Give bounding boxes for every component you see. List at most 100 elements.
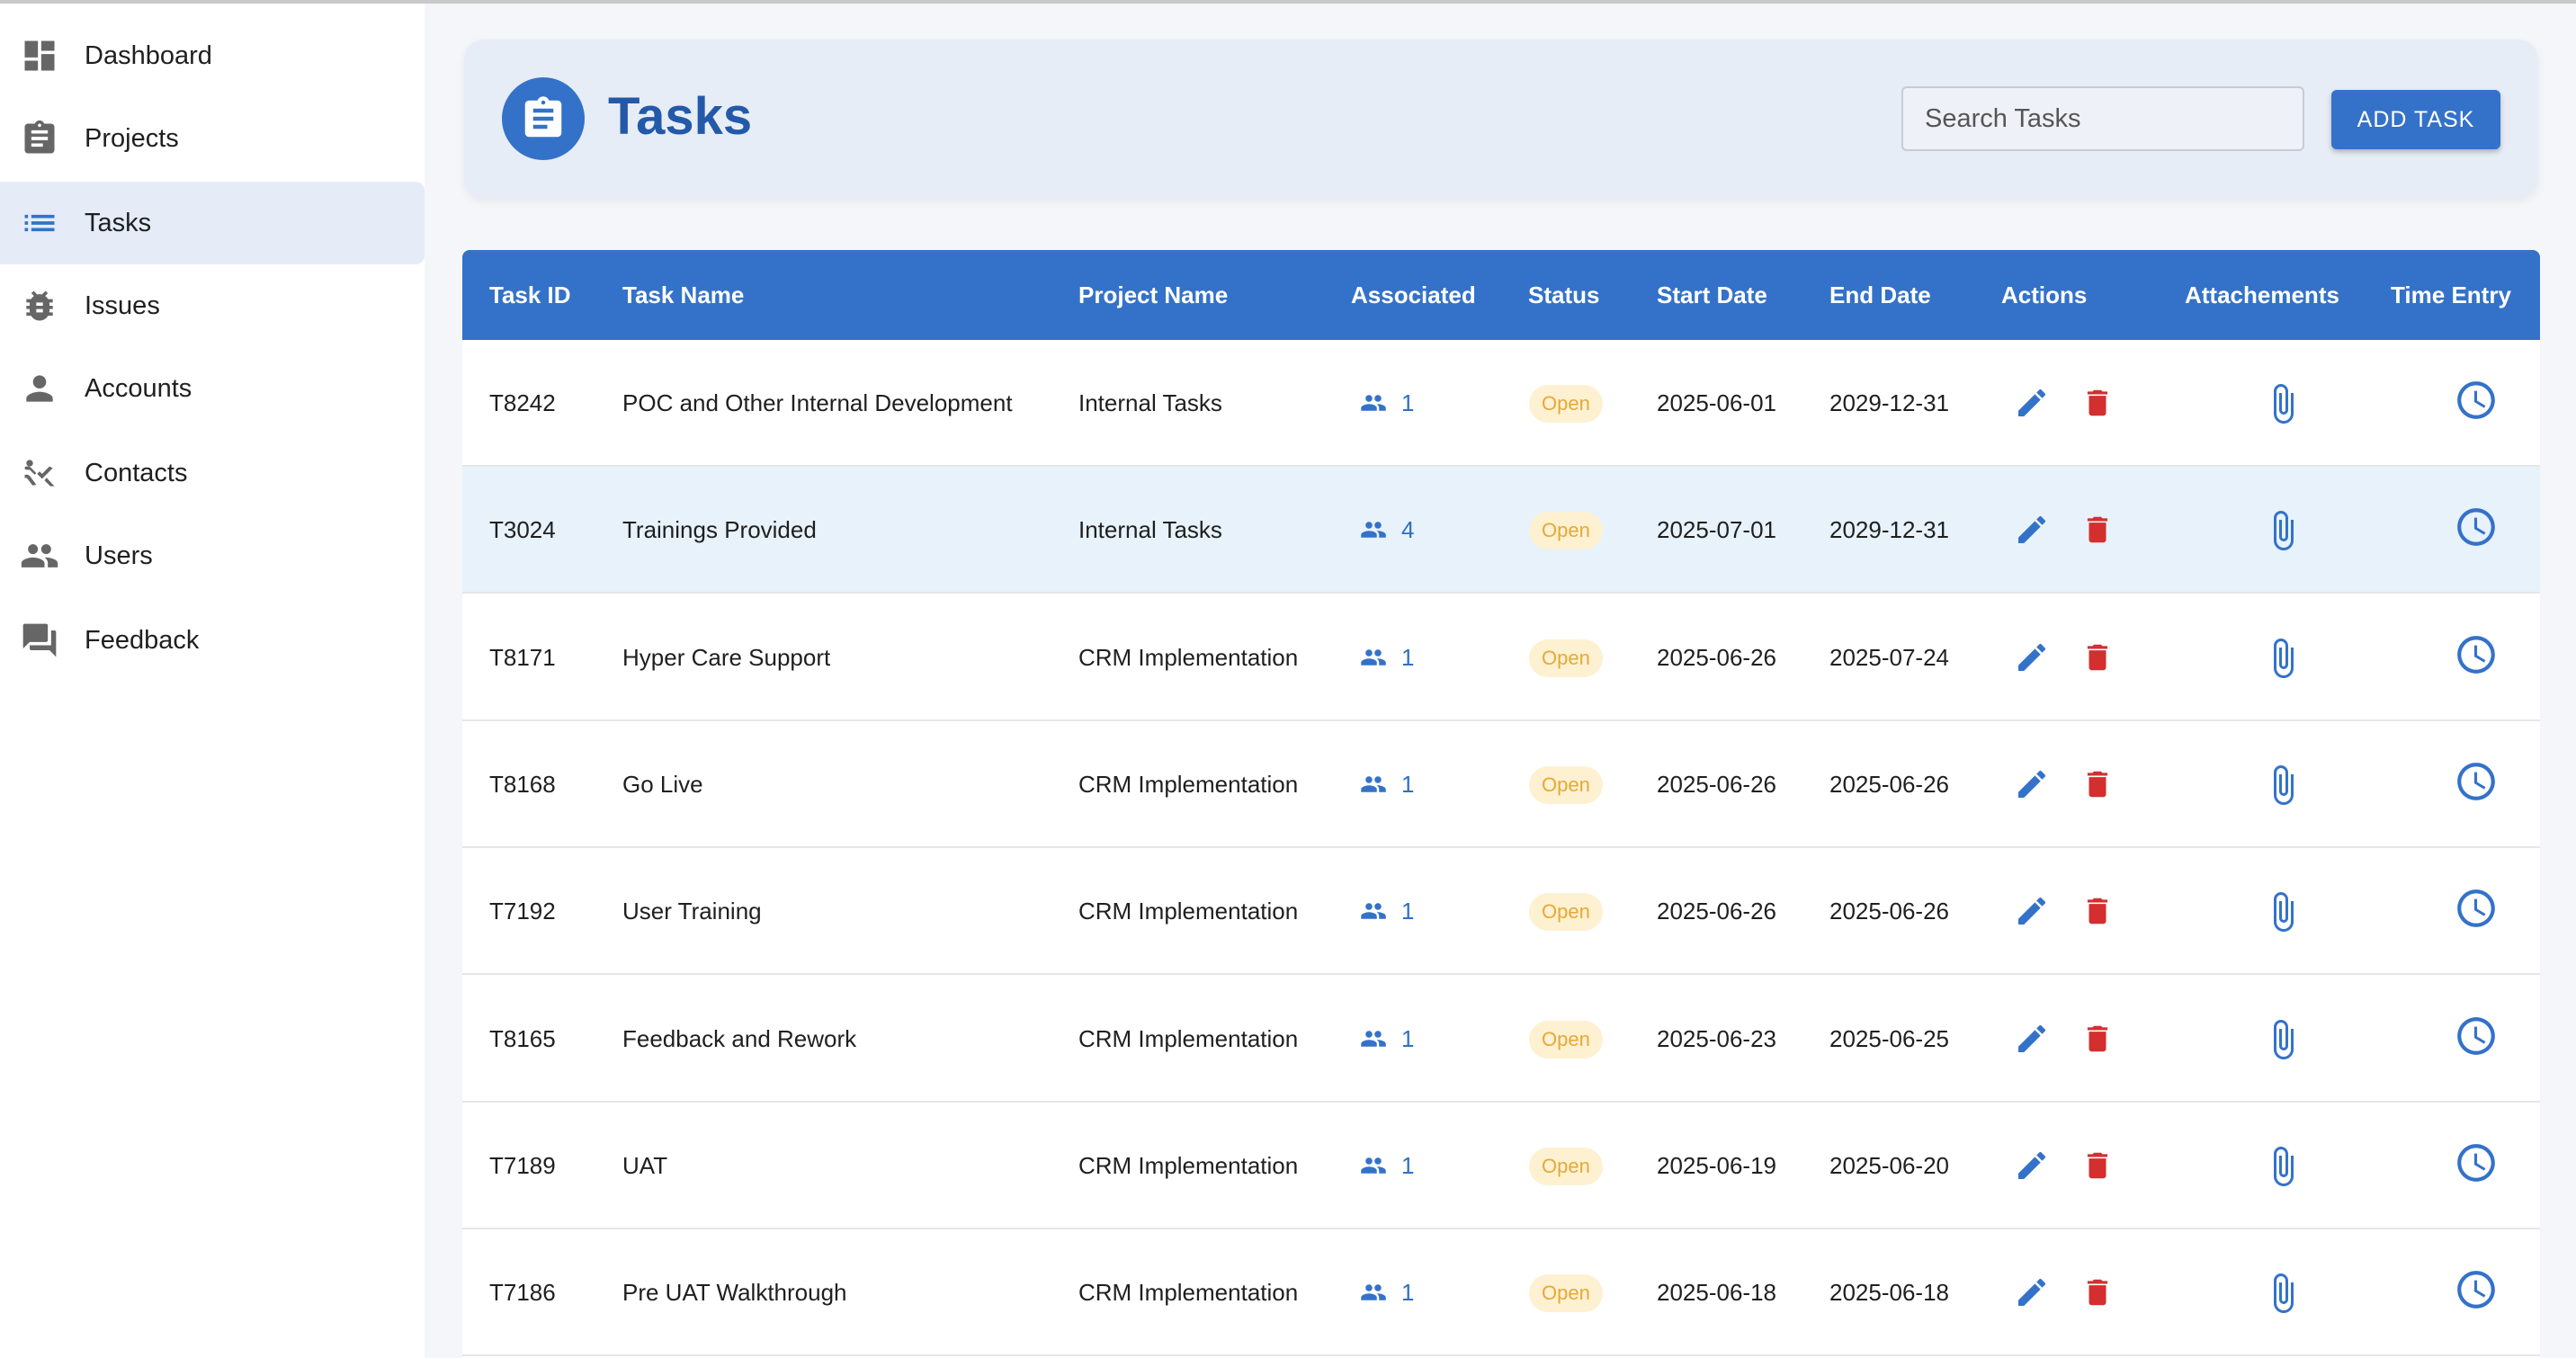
edit-icon[interactable] xyxy=(2014,893,2050,929)
attachment-icon[interactable] xyxy=(2261,761,2304,809)
edit-icon[interactable] xyxy=(2014,1021,2050,1057)
people-icon[interactable] xyxy=(1356,771,1391,798)
people-icon[interactable] xyxy=(1356,389,1391,416)
associated-count[interactable]: 1 xyxy=(1401,976,1414,1103)
column-header-start-date[interactable]: Start Date xyxy=(1657,250,1767,340)
delete-icon[interactable] xyxy=(2080,767,2115,801)
edit-icon[interactable] xyxy=(2014,1274,2050,1310)
add-task-button[interactable]: ADD TASK xyxy=(2331,90,2500,149)
table-header: Task ID Task Name Project Name Associate… xyxy=(462,250,2540,340)
attachment-icon[interactable] xyxy=(2261,888,2304,936)
clock-icon[interactable] xyxy=(2454,759,2499,804)
column-header-end-date[interactable]: End Date xyxy=(1829,250,1931,340)
associated-count[interactable]: 1 xyxy=(1401,1103,1414,1229)
project-name-cell: CRM Implementation xyxy=(1078,1151,1299,1179)
end-date-cell: 2025-06-18 xyxy=(1829,1279,1949,1307)
people-icon[interactable] xyxy=(1356,644,1391,671)
project-name-cell: CRM Implementation xyxy=(1078,643,1299,671)
status-badge: Open xyxy=(1529,512,1603,550)
column-header-associated[interactable]: Associated xyxy=(1351,250,1476,340)
sidebar-item-accounts[interactable]: Accounts xyxy=(0,347,425,430)
sidebar-item-issues[interactable]: Issues xyxy=(0,264,425,347)
task-name-cell: Hyper Care Support xyxy=(622,643,831,671)
edit-icon[interactable] xyxy=(2014,639,2050,675)
edit-icon[interactable] xyxy=(2014,766,2050,802)
associated-count[interactable]: 1 xyxy=(1401,594,1414,721)
start-date-cell: 2025-06-19 xyxy=(1657,1151,1776,1179)
associated-count[interactable]: 4 xyxy=(1401,467,1414,594)
clock-icon[interactable] xyxy=(2454,1014,2499,1059)
sidebar-item-label: Feedback xyxy=(85,625,200,655)
column-header-task-id[interactable]: Task ID xyxy=(489,250,571,340)
task-id-cell: T7192 xyxy=(489,898,556,925)
attachment-icon[interactable] xyxy=(2261,380,2304,428)
column-header-actions: Actions xyxy=(2001,281,2088,308)
table-row[interactable]: T8242 POC and Other Internal Development I… xyxy=(462,340,2540,467)
end-date-cell: 2029-12-31 xyxy=(1829,516,1949,544)
chat-icon xyxy=(20,621,59,660)
search-input[interactable] xyxy=(1901,86,2304,151)
column-header-status[interactable]: Status xyxy=(1528,250,1599,340)
attachment-icon[interactable] xyxy=(2261,506,2304,555)
sidebar-item-feedback[interactable]: Feedback xyxy=(0,599,425,682)
attachment-icon[interactable] xyxy=(2261,1142,2304,1191)
attachment-icon[interactable] xyxy=(2261,634,2304,683)
people-icon[interactable] xyxy=(1356,516,1391,543)
start-date-cell: 2025-06-26 xyxy=(1657,643,1776,671)
delete-icon[interactable] xyxy=(2080,894,2115,928)
delete-icon[interactable] xyxy=(2080,1022,2115,1056)
clock-icon[interactable] xyxy=(2454,1140,2499,1185)
delete-icon[interactable] xyxy=(2080,1148,2115,1183)
tasks-table: Task ID Task Name Project Name Associate… xyxy=(462,250,2540,1358)
status-badge: Open xyxy=(1529,1274,1603,1313)
end-date-cell: 2029-12-31 xyxy=(1829,389,1949,416)
clock-icon[interactable] xyxy=(2454,632,2499,677)
edit-icon[interactable] xyxy=(2014,512,2050,548)
start-date-cell: 2025-06-26 xyxy=(1657,770,1776,798)
table-row[interactable]: T8165 Feedback and Rework CRM Implementati… xyxy=(462,975,2540,1103)
delete-icon[interactable] xyxy=(2080,1275,2115,1309)
clock-icon[interactable] xyxy=(2454,1267,2499,1312)
start-date-cell: 2025-06-01 xyxy=(1657,389,1776,416)
clock-icon[interactable] xyxy=(2454,378,2499,423)
column-header-project-name[interactable]: Project Name xyxy=(1078,250,1228,340)
associated-count[interactable]: 1 xyxy=(1401,340,1414,467)
sidebar-item-contacts[interactable]: Contacts xyxy=(0,432,425,514)
status-badge: Open xyxy=(1529,1020,1603,1059)
associated-count[interactable]: 1 xyxy=(1401,848,1414,975)
table-row[interactable]: T8168 Go Live CRM Implementation 1 Open 2025-… xyxy=(462,720,2540,848)
table-row[interactable]: T8171 Hyper Care Support CRM Implementatio… xyxy=(462,594,2540,721)
list-icon xyxy=(20,203,59,243)
delete-icon[interactable] xyxy=(2080,640,2115,675)
sidebar-item-users[interactable]: Users xyxy=(0,514,425,597)
sidebar-item-projects[interactable]: Projects xyxy=(0,97,425,180)
clock-icon[interactable] xyxy=(2454,505,2499,549)
sidebar-item-tasks[interactable]: Tasks xyxy=(0,182,425,264)
sidebar-item-label: Issues xyxy=(85,290,160,320)
attachment-icon[interactable] xyxy=(2261,1015,2304,1064)
associated-count[interactable]: 1 xyxy=(1401,721,1414,848)
end-date-cell: 2025-06-25 xyxy=(1829,1024,1949,1052)
table-row[interactable]: T7189 UAT CRM Implementation 1 Open 2025-06-1… xyxy=(462,1102,2540,1229)
sidebar-item-label: Contacts xyxy=(85,458,188,487)
table-row[interactable]: T7192 User Training CRM Implementation 1 Ope… xyxy=(462,848,2540,976)
attachment-icon[interactable] xyxy=(2261,1269,2304,1318)
delete-icon[interactable] xyxy=(2080,386,2115,420)
clock-icon[interactable] xyxy=(2454,886,2499,931)
task-id-cell: T7189 xyxy=(489,1151,556,1179)
column-header-task-name[interactable]: Task Name xyxy=(622,250,744,340)
people-icon[interactable] xyxy=(1356,1279,1391,1306)
delete-icon[interactable] xyxy=(2080,513,2115,547)
associated-count[interactable]: 1 xyxy=(1401,1229,1414,1356)
people-icon[interactable] xyxy=(1356,898,1391,925)
sidebar-item-dashboard[interactable]: Dashboard xyxy=(0,14,425,97)
people-icon[interactable] xyxy=(1356,1025,1391,1052)
edit-icon[interactable] xyxy=(2014,385,2050,421)
edit-icon[interactable] xyxy=(2014,1148,2050,1184)
project-name-cell: CRM Implementation xyxy=(1078,898,1299,925)
end-date-cell: 2025-06-26 xyxy=(1829,770,1949,798)
table-row[interactable]: T3024 Trainings Provided Internal Tasks 4 Op… xyxy=(462,467,2540,594)
people-icon[interactable] xyxy=(1356,1152,1391,1179)
column-header-attachements: Attachements xyxy=(2185,281,2339,308)
table-row[interactable]: T7186 Pre UAT Walkthrough CRM Implementati… xyxy=(462,1229,2540,1357)
